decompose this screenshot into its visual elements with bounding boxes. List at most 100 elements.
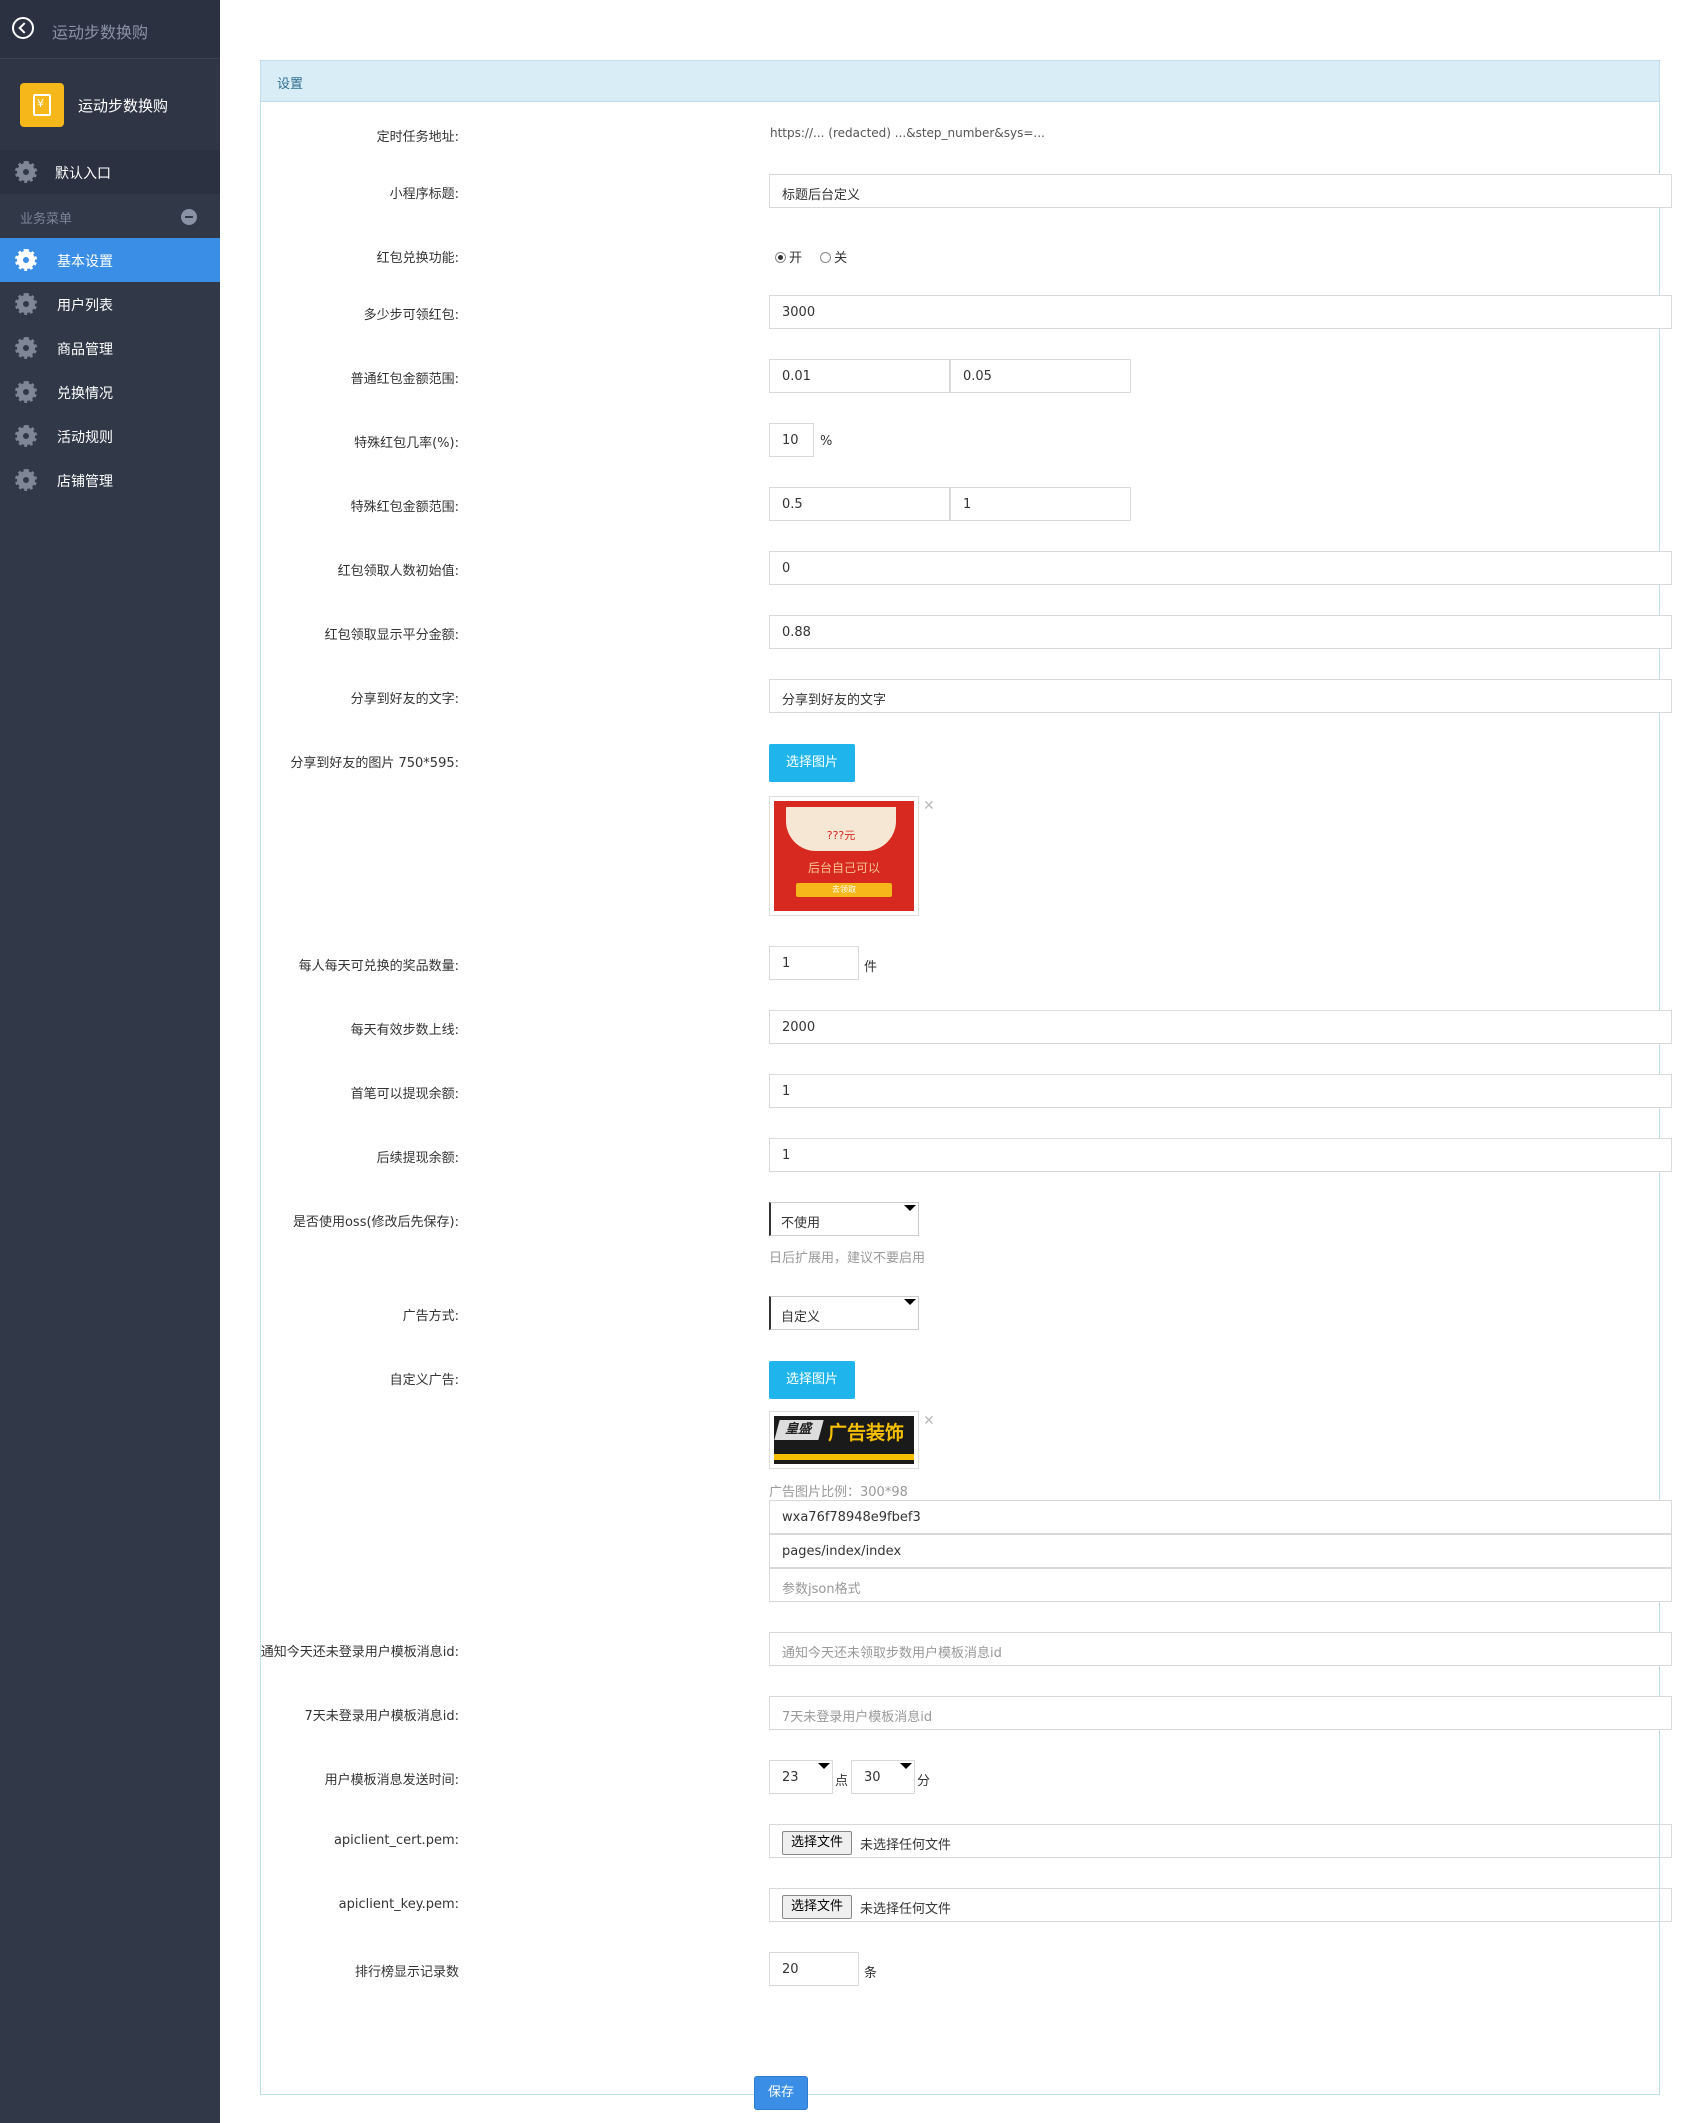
special-range-max-input[interactable]: 1 xyxy=(950,487,1131,521)
first-withdraw-input[interactable]: 1 xyxy=(769,1074,1672,1108)
special-range-label: 特殊红包金额范围: xyxy=(350,500,459,515)
gear-icon xyxy=(15,249,37,271)
radio-off[interactable] xyxy=(820,252,832,263)
cert-pem-file: 选择文件 未选择任何文件 xyxy=(769,1824,1672,1858)
cert-pem-choose-button[interactable]: 选择文件 xyxy=(782,1831,853,1855)
daily-step-cap-label: 每天有效步数上线: xyxy=(350,1023,459,1038)
sidebar-item-exchanges[interactable]: 兑换情况 xyxy=(0,370,220,414)
share-image-preview: ???元 后台自己可以 去领取 xyxy=(769,796,919,916)
sidebar-top-title: 运动步数换购 xyxy=(52,23,149,42)
rank-count-unit: 条 xyxy=(864,1966,878,1981)
app-name: 运动步数换购 xyxy=(78,97,169,115)
special-rate-unit: % xyxy=(820,434,833,449)
preview-button: 去领取 xyxy=(796,883,892,897)
send-minute-unit: 分 xyxy=(917,1774,931,1789)
custom-ad-label: 自定义广告: xyxy=(389,1373,459,1388)
use-oss-value: 不使用 xyxy=(781,1216,821,1231)
gear-icon xyxy=(15,293,37,315)
share-text-input[interactable]: 分享到好友的文字 xyxy=(769,679,1672,713)
use-oss-select[interactable]: 不使用 xyxy=(769,1202,919,1236)
sidebar-item-label: 店铺管理 xyxy=(57,474,113,490)
sidebar-section-title: 业务菜单 xyxy=(20,212,73,227)
rank-count-label: 排行榜显示记录数 xyxy=(354,1965,459,1980)
normal-range-max-input[interactable]: 0.05 xyxy=(950,359,1131,393)
notify-today-label: 通知今天还未登录用户模板消息id: xyxy=(260,1645,459,1660)
key-pem-choose-button[interactable]: 选择文件 xyxy=(782,1895,853,1919)
gear-icon xyxy=(15,381,37,403)
ad-mode-value: 自定义 xyxy=(781,1310,821,1325)
sidebar-item-label: 默认入口 xyxy=(55,166,111,182)
special-rate-input[interactable]: 10 xyxy=(769,423,814,457)
daily-step-cap-input[interactable]: 2000 xyxy=(769,1010,1672,1044)
notify-today-input[interactable]: 通知今天还未领取步数用户模板消息id xyxy=(769,1632,1672,1666)
ad-path-input[interactable]: pages/index/index xyxy=(769,1534,1672,1568)
preview-caption: 后台自己可以 xyxy=(807,861,880,875)
steps-for-redpack-input[interactable]: 3000 xyxy=(769,295,1672,329)
remove-icon[interactable]: ✕ xyxy=(923,798,935,814)
sidebar-item-shops[interactable]: 店铺管理 xyxy=(0,458,220,502)
send-minute-select[interactable]: 30 xyxy=(851,1760,915,1794)
special-range-min-input[interactable]: 0.5 xyxy=(769,487,950,521)
redpack-switch-label: 红包兑换功能: xyxy=(376,251,459,266)
ad-appid-input[interactable]: wxa76f78948e9fbef3 xyxy=(769,1500,1672,1534)
sidebar-item-goods[interactable]: 商品管理 xyxy=(0,326,220,370)
daily-prizes-label: 每人每天可兑换的奖品数量: xyxy=(298,959,459,974)
panel-title: 设置 xyxy=(277,77,304,92)
send-minute-value: 30 xyxy=(864,1770,881,1785)
ad-mode-select[interactable]: 自定义 xyxy=(769,1296,919,1330)
sidebar-item-rules[interactable]: 活动规则 xyxy=(0,414,220,458)
gear-icon xyxy=(15,425,37,447)
daily-prizes-input[interactable]: 1 xyxy=(769,946,859,980)
mp-title-label: 小程序标题: xyxy=(389,187,459,202)
ad-mode-label: 广告方式: xyxy=(402,1309,459,1324)
send-hour-unit: 点 xyxy=(835,1774,849,1789)
sidebar-item-label: 商品管理 xyxy=(57,342,113,358)
normal-range-min-input[interactable]: 0.01 xyxy=(769,359,950,393)
special-rate-label: 特殊红包几率(%): xyxy=(354,436,459,451)
key-pem-label: apiclient_key.pem: xyxy=(338,1897,459,1912)
rank-count-input[interactable]: 20 xyxy=(769,1952,859,1986)
gear-icon xyxy=(15,469,37,491)
notify-7days-label: 7天未登录用户模板消息id: xyxy=(304,1709,459,1724)
sidebar-item-label: 兑换情况 xyxy=(57,386,113,402)
ad-params-input[interactable]: 参数json格式 xyxy=(769,1568,1672,1602)
sidebar-item-label: 用户列表 xyxy=(57,298,113,314)
share-image-label: 分享到好友的图片 750*595: xyxy=(290,756,459,771)
back-icon[interactable] xyxy=(12,17,34,39)
radio-on[interactable] xyxy=(775,252,786,263)
cron-url-value: https://... (redacted) ...&step_number&s… xyxy=(770,126,1045,140)
avg-amount-label: 红包领取显示平分金额: xyxy=(324,628,459,643)
radio-off-label: 关 xyxy=(834,251,848,266)
notify-7days-input[interactable]: 7天未登录用户模板消息id xyxy=(769,1696,1672,1730)
custom-ad-choose-button[interactable]: 选择图片 xyxy=(769,1361,855,1399)
share-text-label: 分享到好友的文字: xyxy=(350,692,459,707)
use-oss-help: 日后扩展用，建议不要启用 xyxy=(769,1251,926,1266)
avg-amount-input[interactable]: 0.88 xyxy=(769,615,1672,649)
share-image-choose-button[interactable]: 选择图片 xyxy=(769,744,855,782)
mp-title-input[interactable]: 标题后台定义 xyxy=(769,174,1672,208)
collapse-icon[interactable] xyxy=(181,209,197,225)
sidebar-item-label: 活动规则 xyxy=(57,430,113,446)
ad-ratio-hint: 广告图片比例：300*98 xyxy=(769,1485,908,1500)
normal-range-label: 普通红包金额范围: xyxy=(350,372,459,387)
sidebar-header: 运动步数换购 xyxy=(0,0,220,58)
sidebar-section[interactable]: 业务菜单 xyxy=(0,194,220,238)
chevron-down-icon xyxy=(904,1299,916,1305)
send-hour-select[interactable]: 23 xyxy=(769,1760,833,1794)
remove-icon[interactable]: ✕ xyxy=(923,1413,935,1429)
sidebar-item-basic-settings[interactable]: 基本设置 xyxy=(0,238,220,282)
app-header: 运动步数换购 xyxy=(0,58,220,151)
sidebar-item-default-entry[interactable]: 默认入口 xyxy=(0,150,220,194)
save-button[interactable]: 保存 xyxy=(754,2076,808,2110)
gear-icon xyxy=(15,161,37,183)
chevron-down-icon xyxy=(900,1763,912,1769)
use-oss-label: 是否使用oss(修改后先保存): xyxy=(292,1215,459,1230)
shopping-bag-icon xyxy=(20,83,64,127)
later-withdraw-input[interactable]: 1 xyxy=(769,1138,1672,1172)
panel-header: 设置 xyxy=(261,61,1659,102)
sidebar-item-user-list[interactable]: 用户列表 xyxy=(0,282,220,326)
steps-for-redpack-label: 多少步可领红包: xyxy=(363,308,459,323)
init-count-input[interactable]: 0 xyxy=(769,551,1672,585)
cert-pem-status: 未选择任何文件 xyxy=(860,1838,952,1853)
sidebar: 运动步数换购 运动步数换购 默认入口 业务菜单 基本设置 用户列表 商品管理 兑… xyxy=(0,0,220,2123)
